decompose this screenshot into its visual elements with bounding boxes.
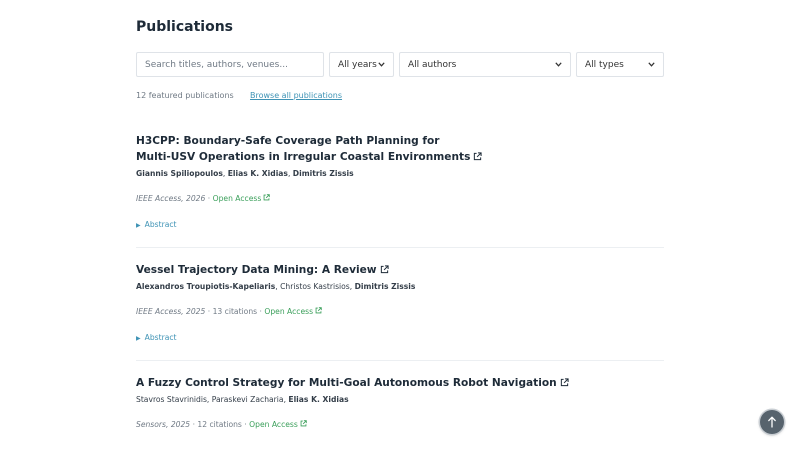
page-title: Publications bbox=[136, 19, 234, 35]
chevron-down-icon bbox=[648, 61, 655, 69]
venue-text: Sensors, 2025 bbox=[136, 420, 191, 429]
author-list: Alexandros Troupiotis-Kapeliaris, Christ… bbox=[136, 282, 416, 291]
open-access-label: Open Access bbox=[212, 194, 262, 203]
author-name: Christos Kastrisios bbox=[280, 282, 350, 291]
publication-title-line: Multi-USV Operations in Irregular Coasta… bbox=[136, 151, 471, 163]
publication-title-line: Vessel Trajectory Data Mining: A Review bbox=[136, 264, 377, 276]
abstract-toggle[interactable]: ▶ Abstract bbox=[136, 219, 664, 232]
browse-all-link[interactable]: Browse all publications bbox=[250, 91, 342, 100]
chevron-down-icon bbox=[555, 61, 562, 69]
publication-item: Vessel Trajectory Data Mining: A Review … bbox=[136, 262, 664, 345]
venue-text: IEEE Access, 2026 bbox=[136, 194, 206, 203]
publication-title-line: H3CPP: Boundary-Safe Coverage Path Plann… bbox=[136, 135, 440, 147]
year-filter-select[interactable]: All years bbox=[329, 52, 394, 77]
author-filter-select[interactable]: All authors bbox=[399, 52, 571, 77]
citation-count: 12 citations bbox=[197, 420, 242, 429]
type-filter-value: All types bbox=[585, 59, 624, 70]
publication-item: H3CPP: Boundary-Safe Coverage Path Plann… bbox=[136, 133, 664, 232]
scroll-to-top-button[interactable] bbox=[760, 410, 784, 434]
external-link-icon bbox=[263, 194, 271, 201]
open-access-link[interactable]: Open Access bbox=[264, 307, 322, 316]
abstract-label: Abstract bbox=[144, 220, 177, 229]
author-name: Elias K. Xidias bbox=[227, 169, 288, 178]
publication-title-link[interactable]: A Fuzzy Control Strategy for Multi-Goal … bbox=[136, 375, 664, 391]
year-filter-value: All years bbox=[338, 59, 377, 70]
author-filter-value: All authors bbox=[408, 59, 457, 70]
publication-title-line: A Fuzzy Control Strategy for Multi-Goal … bbox=[136, 377, 557, 389]
publication-meta: Sensors, 2025 · 12 citations · Open Acce… bbox=[136, 419, 664, 431]
venue-text: IEEE Access, 2025 bbox=[136, 307, 206, 316]
open-access-link[interactable]: Open Access bbox=[249, 420, 307, 429]
author-name: Paraskevi Zacharia bbox=[211, 395, 284, 404]
abstract-toggle[interactable]: ▶ Abstract bbox=[136, 332, 664, 345]
author-name: Alexandros Troupiotis-Kapeliaris bbox=[136, 282, 276, 291]
author-name: Giannis Spiliopoulos bbox=[136, 169, 223, 178]
author-list: Giannis Spiliopoulos, Elias K. Xidias, D… bbox=[136, 169, 354, 178]
publication-meta: IEEE Access, 2026 · Open Access bbox=[136, 193, 664, 205]
external-link-icon bbox=[560, 378, 569, 387]
divider bbox=[136, 360, 664, 361]
filter-bar: All years All authors All types bbox=[136, 52, 664, 77]
publication-count: 12 featured publications bbox=[136, 91, 234, 100]
search-input[interactable] bbox=[136, 52, 324, 77]
publication-meta: IEEE Access, 2025 · 13 citations · Open … bbox=[136, 306, 664, 318]
arrow-up-icon bbox=[768, 416, 776, 428]
citation-count: 13 citations bbox=[212, 307, 258, 316]
author-name: Elias K. Xidias bbox=[288, 395, 349, 404]
publication-title-link[interactable]: H3CPP: Boundary-Safe Coverage Path Plann… bbox=[136, 133, 664, 165]
triangle-right-icon: ▶ bbox=[136, 222, 141, 229]
type-filter-select[interactable]: All types bbox=[576, 52, 664, 77]
open-access-label: Open Access bbox=[264, 307, 314, 316]
publications-page: Publications All years All authors All t… bbox=[0, 0, 800, 450]
abstract-label: Abstract bbox=[144, 333, 177, 342]
author-name: Dimitris Zissis bbox=[292, 169, 354, 178]
external-link-icon bbox=[380, 265, 389, 274]
open-access-label: Open Access bbox=[249, 420, 298, 429]
external-link-icon bbox=[315, 307, 322, 314]
divider bbox=[136, 247, 664, 248]
open-access-link[interactable]: Open Access bbox=[213, 194, 271, 203]
chevron-down-icon bbox=[378, 61, 385, 69]
external-link-icon bbox=[300, 420, 307, 427]
external-link-icon bbox=[474, 152, 482, 161]
author-name: Dimitris Zissis bbox=[354, 282, 416, 291]
author-list: Stavros Stavrinidis, Paraskevi Zacharia,… bbox=[136, 395, 349, 404]
triangle-right-icon: ▶ bbox=[136, 335, 141, 342]
author-name: Stavros Stavrinidis bbox=[136, 395, 207, 404]
publication-item: A Fuzzy Control Strategy for Multi-Goal … bbox=[136, 375, 664, 431]
publication-title-link[interactable]: Vessel Trajectory Data Mining: A Review bbox=[136, 262, 664, 278]
